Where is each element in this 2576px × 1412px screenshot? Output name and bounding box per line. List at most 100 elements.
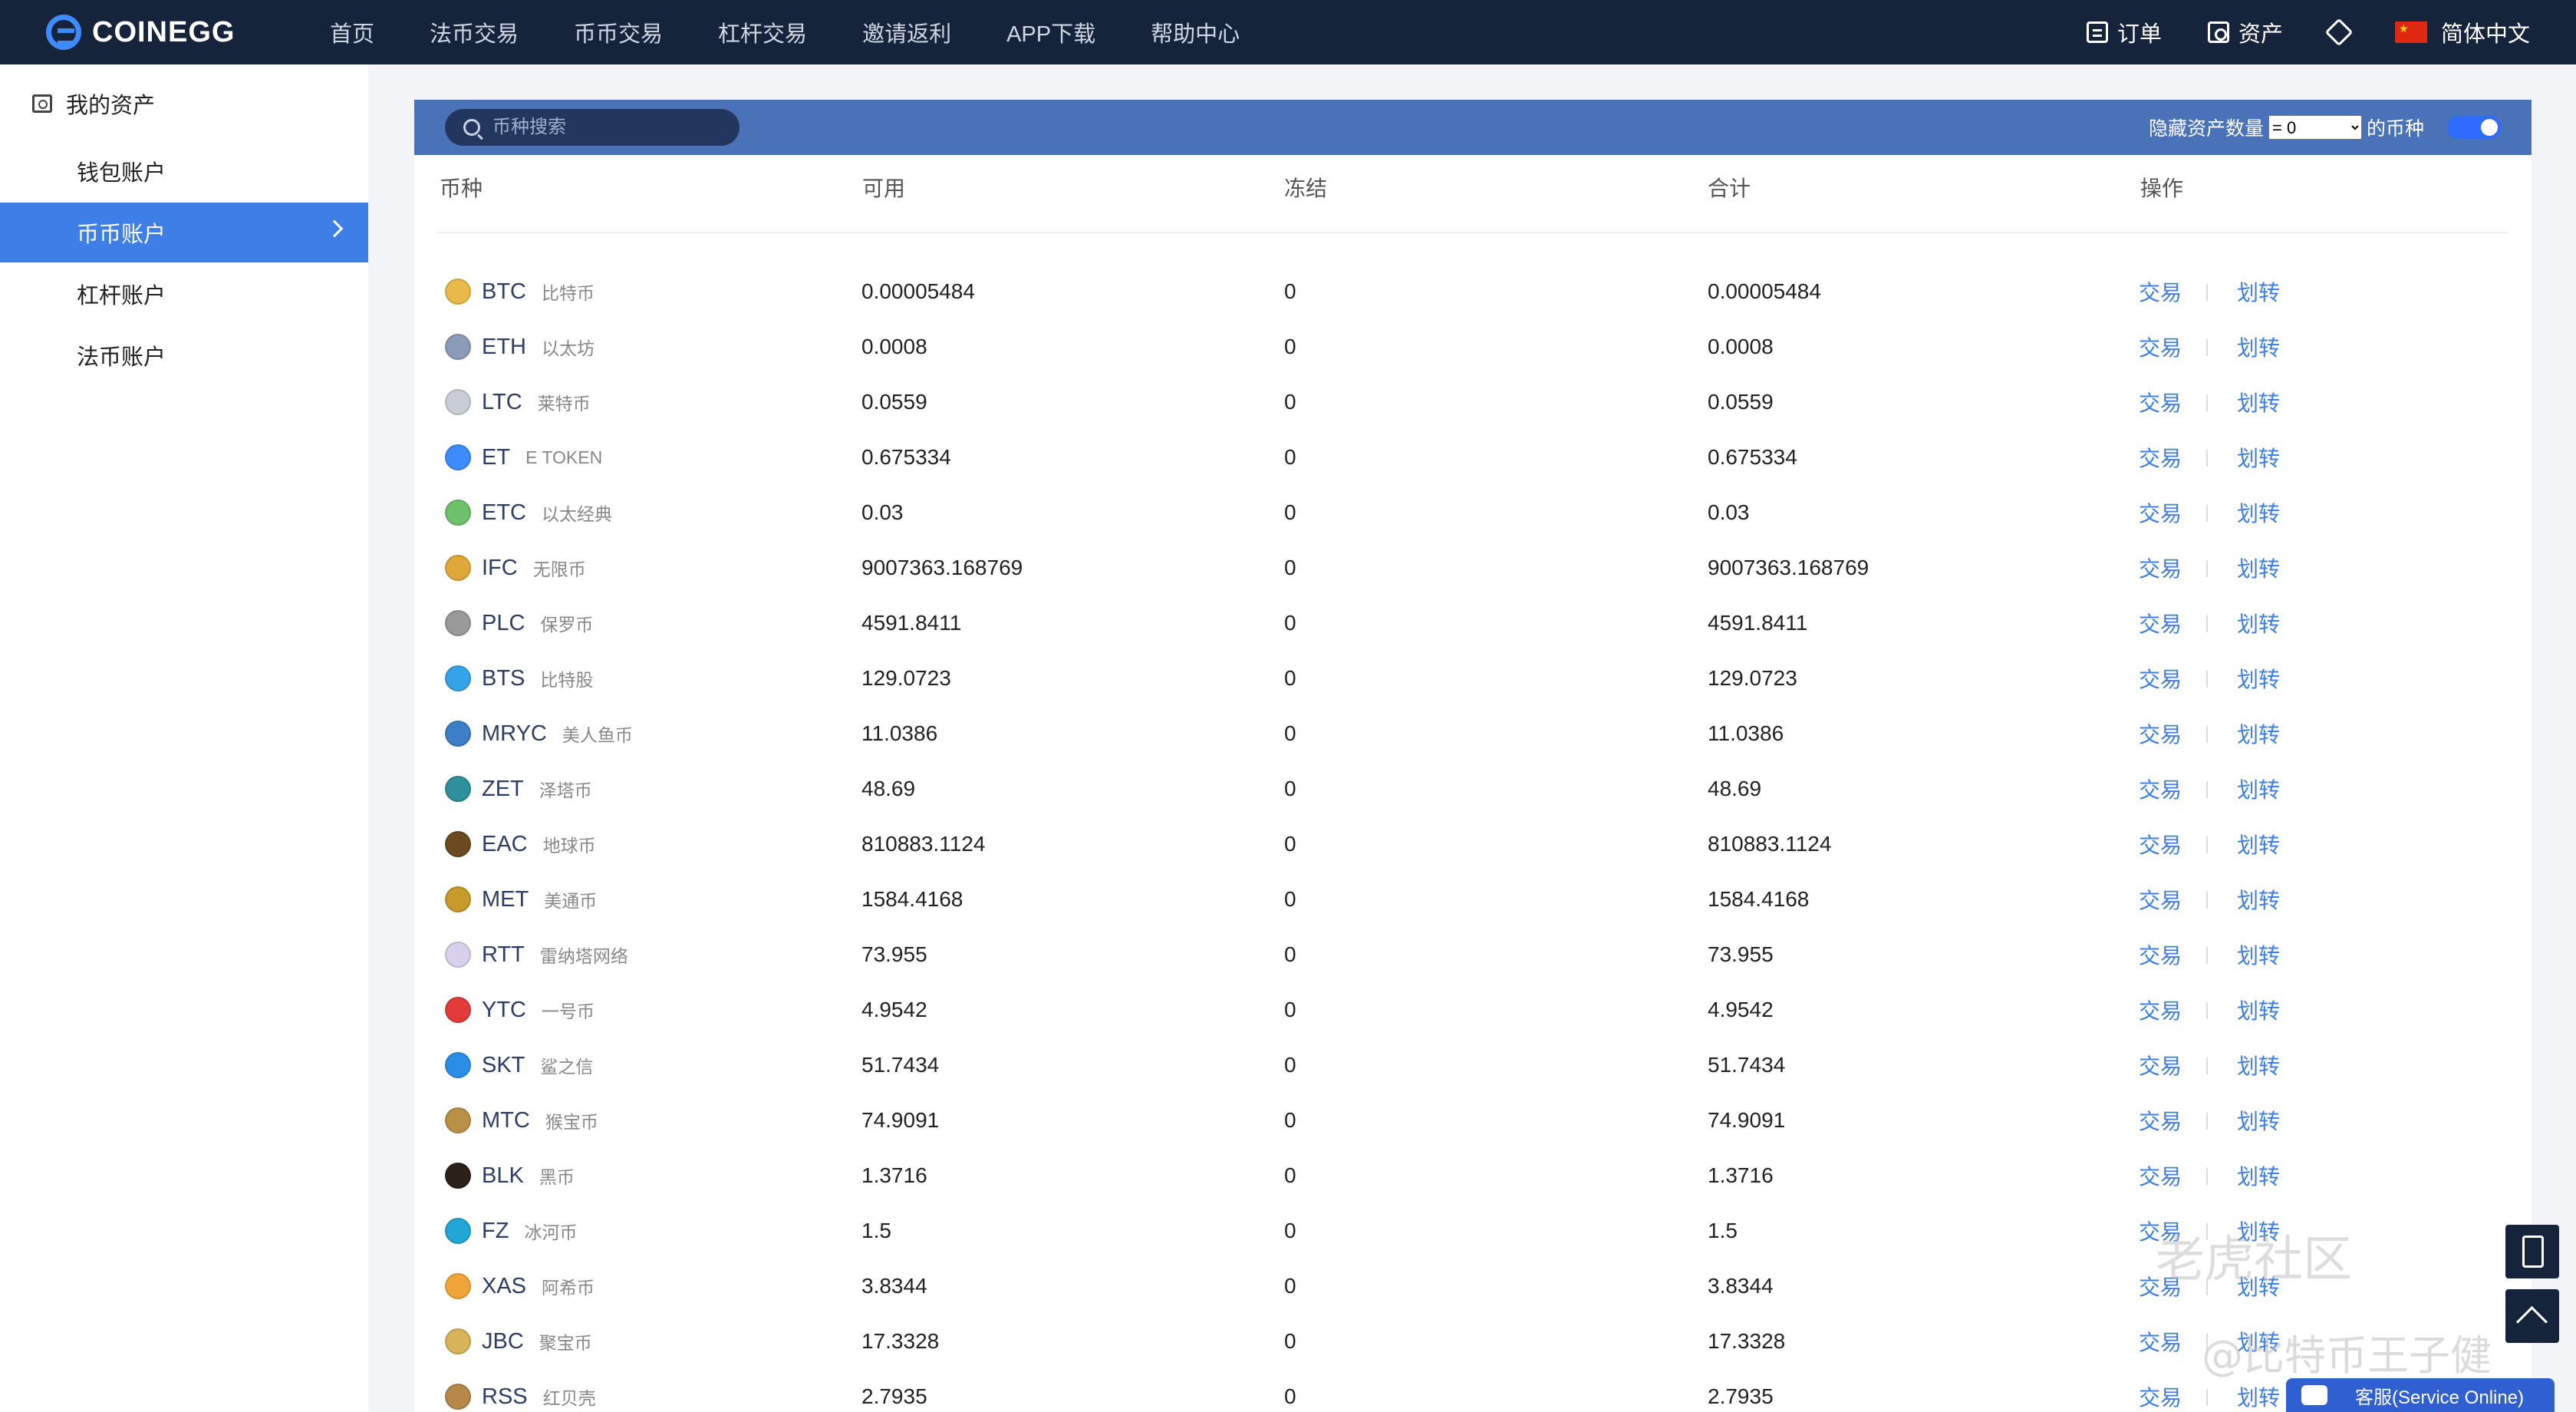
nav-spot-trade[interactable]: 币币交易 (574, 16, 663, 48)
coin-icon (445, 886, 471, 912)
available-cell: 3.8344 (861, 1274, 927, 1298)
trade-link-label: 交易 (2139, 502, 2182, 526)
sidebar-item-margin[interactable]: 杠杆账户 (0, 264, 368, 324)
coin-name: 以太经典 (542, 504, 612, 524)
transfer-link[interactable]: 划转 (2237, 761, 2280, 817)
hide-threshold-select[interactable]: = 0 (2268, 115, 2362, 140)
search-input[interactable] (492, 117, 723, 138)
action-divider (2206, 726, 2208, 743)
table-row: ZET 泽塔币 48.69 0 48.69 交易 划转 (414, 761, 2532, 817)
trade-link[interactable]: 交易 (2139, 1093, 2182, 1148)
trade-link[interactable]: 交易 (2139, 264, 2182, 319)
coin-cell: BTC 比特币 (445, 264, 595, 319)
transfer-link[interactable]: 划转 (2237, 540, 2280, 595)
transfer-link[interactable]: 划转 (2237, 264, 2280, 319)
coin-name: 美通币 (544, 891, 598, 911)
transfer-link[interactable]: 划转 (2237, 651, 2280, 706)
trade-link[interactable]: 交易 (2139, 319, 2182, 374)
security-link[interactable] (2324, 18, 2354, 47)
frozen-cell: 0 (1284, 1163, 1296, 1187)
watermark-handle: @比特币王子健 (2202, 1331, 2492, 1380)
trade-link[interactable]: 交易 (2139, 430, 2182, 485)
transfer-link-label: 划转 (2237, 502, 2281, 526)
trade-link[interactable]: 交易 (2139, 927, 2182, 982)
trade-link-label: 交易 (2139, 889, 2182, 912)
coin-cell: ETH 以太坊 (445, 319, 595, 374)
transfer-link[interactable]: 划转 (2237, 1038, 2280, 1093)
trade-link[interactable]: 交易 (2139, 651, 2182, 706)
transfer-link-label: 划转 (2237, 1110, 2281, 1133)
trade-link[interactable]: 交易 (2139, 982, 2182, 1038)
nav-home[interactable]: 首页 (330, 16, 374, 48)
back-to-top-button[interactable] (2505, 1289, 2559, 1343)
total-cell: 0.0008 (1708, 335, 1774, 358)
action-divider (2206, 339, 2208, 356)
chevron-right-icon (325, 219, 344, 238)
nav-fiat-trade[interactable]: 法币交易 (430, 16, 519, 48)
table-row: ETC 以太经典 0.03 0 0.03 交易 划转 (414, 485, 2532, 540)
frozen-cell: 0 (1284, 445, 1296, 469)
trade-link[interactable]: 交易 (2139, 1314, 2182, 1369)
action-divider (2206, 947, 2208, 964)
trade-link[interactable]: 交易 (2139, 1038, 2182, 1093)
coin-icon (445, 831, 471, 857)
trade-link[interactable]: 交易 (2139, 872, 2182, 927)
transfer-link[interactable]: 划转 (2237, 1093, 2280, 1148)
language-selector[interactable]: 简体中文 (2394, 16, 2530, 48)
transfer-link[interactable]: 划转 (2237, 430, 2280, 485)
brand-logo[interactable]: COINEGG (46, 0, 235, 64)
orders-link[interactable]: 订单 (2086, 16, 2162, 48)
transfer-link[interactable]: 划转 (2237, 982, 2280, 1038)
available-cell: 17.3328 (861, 1329, 940, 1353)
trade-link[interactable]: 交易 (2139, 374, 2182, 430)
transfer-link-label: 划转 (2237, 1386, 2281, 1410)
total-cell: 810883.1124 (1708, 832, 1832, 856)
coin-symbol: ETC (482, 500, 526, 525)
transfer-link[interactable]: 划转 (2237, 927, 2280, 982)
coin-name: 比特币 (542, 283, 595, 303)
coin-icon (445, 1163, 471, 1189)
transfer-link-label: 划转 (2237, 336, 2281, 360)
frozen-cell: 0 (1284, 832, 1296, 856)
coin-cell: RTT 雷纳塔网络 (445, 927, 628, 982)
sidebar-item-wallet[interactable]: 钱包账户 (0, 141, 368, 201)
trade-link[interactable]: 交易 (2139, 540, 2182, 595)
coin-icon (445, 1052, 471, 1078)
trade-link[interactable]: 交易 (2139, 485, 2182, 540)
trade-link[interactable]: 交易 (2139, 706, 2182, 761)
transfer-link[interactable]: 划转 (2237, 595, 2280, 651)
transfer-link[interactable]: 划转 (2237, 872, 2280, 927)
coin-cell: MRYC 美人鱼币 (445, 706, 633, 761)
nav-referral[interactable]: 邀请返利 (862, 16, 951, 48)
nav-app-download[interactable]: APP下载 (1006, 16, 1095, 48)
hide-toggle[interactable] (2447, 116, 2501, 139)
trade-link[interactable]: 交易 (2139, 595, 2182, 651)
trade-link[interactable]: 交易 (2139, 817, 2182, 872)
coin-cell: XAS 阿希币 (445, 1259, 595, 1314)
trade-link[interactable]: 交易 (2139, 761, 2182, 817)
transfer-link[interactable]: 划转 (2237, 1148, 2280, 1203)
trade-link[interactable]: 交易 (2139, 1148, 2182, 1203)
coin-search[interactable] (445, 109, 740, 146)
transfer-link[interactable]: 划转 (2237, 374, 2280, 430)
sidebar-item-fiat[interactable]: 法币账户 (0, 325, 368, 385)
frozen-cell: 0 (1284, 887, 1296, 911)
app-download-float-button[interactable] (2505, 1225, 2559, 1278)
trade-link-label: 交易 (2139, 1165, 2182, 1189)
assets-link[interactable]: 资产 (2207, 16, 2283, 48)
nav-margin-trade[interactable]: 杠杆交易 (718, 16, 807, 48)
transfer-link[interactable]: 划转 (2237, 485, 2280, 540)
transfer-link[interactable]: 划转 (2237, 706, 2280, 761)
coin-name: 比特股 (540, 670, 594, 690)
trade-link-label: 交易 (2139, 833, 2182, 857)
transfer-link-label: 划转 (2237, 391, 2281, 415)
nav-help-center[interactable]: 帮助中心 (1151, 16, 1240, 48)
customer-service-button[interactable]: 客服(Service Online) (2286, 1378, 2555, 1412)
trade-link-label: 交易 (2139, 778, 2182, 802)
sidebar-item-spot[interactable]: 币币账户 (0, 203, 368, 262)
assets-icon (2207, 21, 2229, 43)
trade-link[interactable]: 交易 (2139, 1369, 2182, 1412)
transfer-link[interactable]: 划转 (2237, 817, 2280, 872)
transfer-link[interactable]: 划转 (2237, 319, 2280, 374)
coin-icon (445, 444, 471, 470)
